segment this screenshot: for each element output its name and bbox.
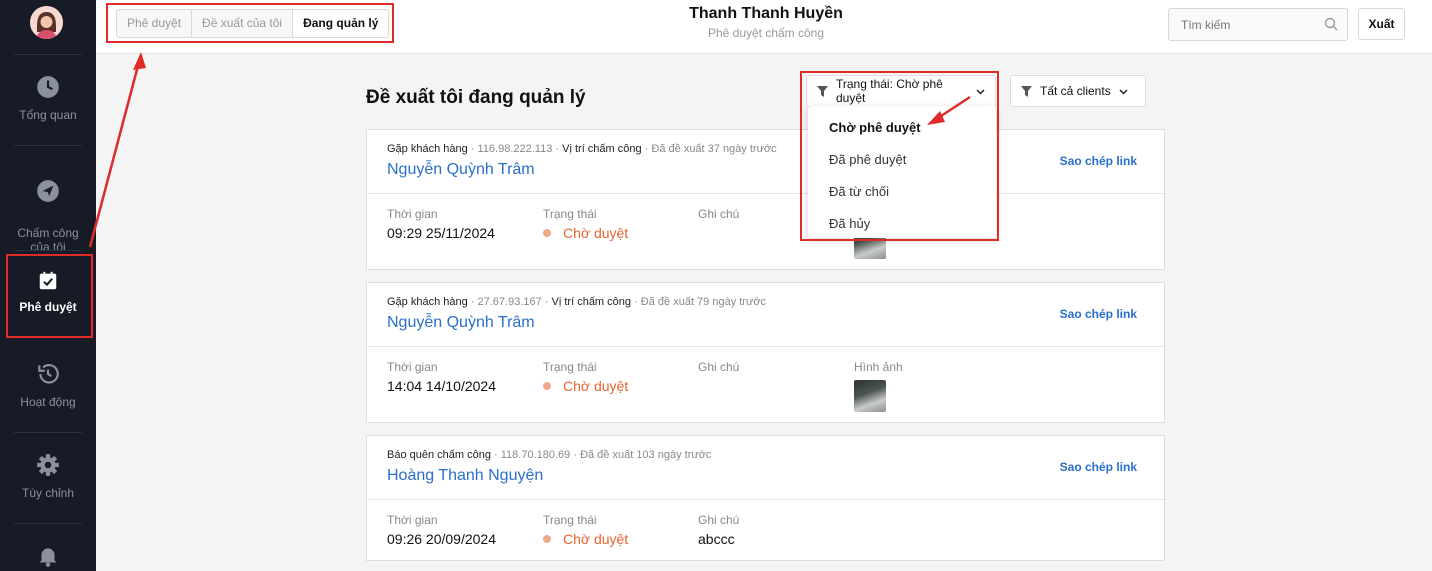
clock-icon (37, 76, 59, 98)
employee-name[interactable]: Hoàng Thanh Nguyện (387, 467, 543, 485)
divider (14, 54, 82, 55)
annotation-box-dropdown (800, 71, 999, 241)
search-icon (1324, 17, 1338, 31)
copy-link-button[interactable]: Sao chép link (1060, 460, 1137, 474)
note-label: Ghi chú (698, 360, 740, 374)
divider (14, 432, 82, 433)
sidebar-item-settings[interactable]: Tùy chỉnh (0, 452, 96, 500)
bell-icon (39, 548, 57, 567)
status-dot (543, 229, 551, 237)
time-label: Thời gian (387, 513, 438, 527)
divider (14, 250, 82, 251)
export-button[interactable]: Xuất (1358, 8, 1405, 40)
location-link[interactable]: Vị trí chấm công (562, 143, 641, 155)
divider (14, 523, 82, 524)
sidebar-item-label: Hoạt động (20, 395, 76, 409)
status-label: Trạng thái (543, 207, 597, 221)
proposal-card: Gặp khách hàng · 116.98.222.113 · Vị trí… (366, 129, 1165, 270)
status-value: Chờ duyệt (563, 225, 629, 241)
time-value: 14:04 14/10/2024 (387, 378, 496, 394)
location-link[interactable]: Vị trí chấm công (552, 296, 631, 308)
sidebar-item-label: Tổng quan (19, 108, 77, 122)
time-value: 09:26 20/09/2024 (387, 531, 496, 547)
sidebar-item-notifications[interactable] (0, 543, 96, 571)
sidebar-item-activity[interactable]: Hoạt động (0, 361, 96, 409)
status-dot (543, 535, 551, 543)
client-filter-dropdown[interactable]: Tất cả clients (1010, 75, 1146, 107)
proposal-meta: Báo quên chấm công · 118.70.180.69 · Đã … (387, 449, 712, 461)
note-label: Ghi chú (698, 207, 740, 221)
time-label: Thời gian (387, 360, 438, 374)
sidebar-item-label: Tùy chỉnh (21, 486, 75, 500)
status-badge: Chờ duyệt (543, 531, 628, 547)
client-filter-label: Tất cả clients (1040, 84, 1111, 98)
proposal-card: Báo quên chấm công · 118.70.180.69 · Đã … (366, 435, 1165, 561)
status-label: Trạng thái (543, 360, 597, 374)
note-value: abccc (698, 531, 735, 547)
sidebar-item-overview[interactable]: Tổng quan (0, 74, 96, 122)
status-label: Trạng thái (543, 513, 597, 527)
page-title: Đề xuất tôi đang quản lý (366, 87, 586, 108)
page-header-title: Thanh Thanh Huyền (689, 5, 843, 22)
proposal-card: Gặp khách hàng · 27.67.93.167 · Vị trí c… (366, 282, 1165, 423)
employee-name[interactable]: Nguyễn Quỳnh Trâm (387, 161, 535, 179)
search-input[interactable] (1168, 8, 1348, 41)
proposal-age: Đã đề xuất 37 ngày trước (651, 143, 777, 155)
status-dot (543, 382, 551, 390)
send-icon (37, 180, 59, 202)
chevron-down-icon (1119, 88, 1128, 95)
page-header-subtitle: Phê duyệt chấm công (707, 26, 825, 40)
proposal-age: Đã đề xuất 79 ngày trước (640, 296, 767, 308)
filter-icon (1021, 85, 1032, 97)
annotation-box-sidebar (6, 254, 93, 338)
proposal-meta: Gặp khách hàng · 27.67.93.167 · Vị trí c… (387, 296, 767, 308)
image-thumbnail[interactable] (854, 380, 886, 412)
time-value: 09:29 25/11/2024 (387, 225, 495, 241)
user-avatar[interactable] (30, 6, 63, 39)
proposal-ip: 118.70.180.69 (500, 449, 571, 461)
proposal-type: Báo quên chấm công (387, 449, 491, 461)
sidebar-item-my-attendance[interactable]: Chấm công của tôi (0, 164, 96, 254)
arrow-head (133, 52, 146, 70)
employee-name[interactable]: Nguyễn Quỳnh Trâm (387, 314, 535, 332)
status-value: Chờ duyệt (563, 531, 629, 547)
status-value: Chờ duyệt (563, 378, 629, 394)
status-badge: Chờ duyệt (543, 378, 628, 394)
proposal-meta: Gặp khách hàng · 116.98.222.113 · Vị trí… (387, 143, 777, 155)
proposal-age: Đã đề xuất 103 ngày trước (580, 449, 712, 461)
image-label: Hình ảnh (854, 360, 903, 374)
proposal-type: Gặp khách hàng (387, 143, 468, 155)
gear-icon (37, 454, 59, 476)
proposal-ip: 116.98.222.113 (477, 143, 553, 155)
copy-link-button[interactable]: Sao chép link (1060, 307, 1137, 321)
copy-link-button[interactable]: Sao chép link (1060, 154, 1137, 168)
note-label: Ghi chú (698, 513, 740, 527)
annotation-box-tabs (106, 3, 394, 43)
divider (14, 145, 82, 146)
proposal-type: Gặp khách hàng (387, 296, 468, 308)
arrow-line (88, 61, 141, 248)
proposal-ip: 27.67.93.167 (477, 296, 542, 308)
history-icon (38, 364, 59, 384)
time-label: Thời gian (387, 207, 438, 221)
status-badge: Chờ duyệt (543, 225, 628, 241)
